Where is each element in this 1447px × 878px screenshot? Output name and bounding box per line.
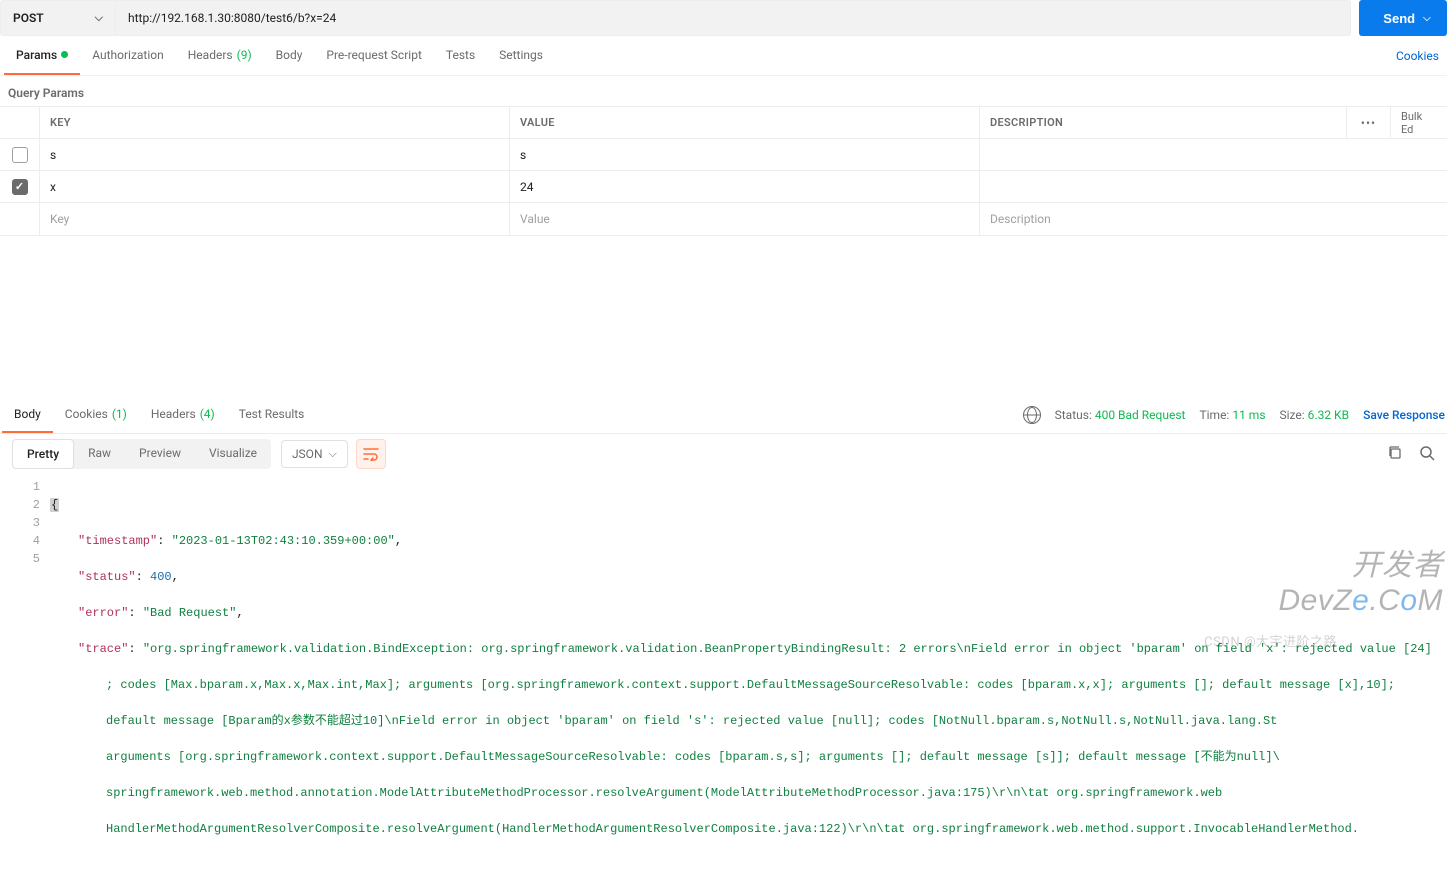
chevron-down-icon: ⌵	[329, 447, 337, 461]
column-desc-header: DESCRIPTION	[980, 107, 1347, 138]
response-tabs: Body Cookies (1) Headers (4) Test Result…	[0, 396, 1447, 434]
view-preview-button[interactable]: Preview	[125, 439, 195, 469]
desc-cell[interactable]	[980, 139, 1447, 170]
view-mode-row: Pretty Raw Preview Visualize JSON ⌵	[0, 434, 1447, 474]
send-button[interactable]: Send ⌵	[1359, 0, 1447, 36]
view-raw-button[interactable]: Raw	[74, 439, 125, 469]
bulk-edit-button[interactable]: Bulk Ed	[1391, 107, 1447, 138]
tab-headers[interactable]: Headers (9)	[176, 36, 264, 75]
search-icon[interactable]	[1419, 445, 1435, 464]
line-gutter: 12345	[0, 478, 50, 874]
more-options-button[interactable]: •••	[1347, 107, 1391, 138]
desc-cell[interactable]	[980, 171, 1447, 202]
chevron-down-icon: ⌵	[1423, 13, 1431, 24]
column-value-header: VALUE	[510, 107, 980, 138]
send-label: Send	[1383, 11, 1415, 26]
view-mode-pill: Pretty Raw Preview Visualize	[12, 439, 271, 469]
status-meta: Status: 400 Bad Request	[1055, 408, 1186, 422]
value-cell[interactable]: s	[510, 139, 980, 170]
cookies-link[interactable]: Cookies	[1392, 49, 1443, 63]
headers-count: (9)	[237, 48, 252, 62]
copy-icon[interactable]	[1387, 445, 1403, 464]
language-select[interactable]: JSON ⌵	[281, 440, 348, 468]
row-checkbox[interactable]	[12, 147, 28, 163]
url-input[interactable]: http://192.168.1.30:8080/test6/b?x=24	[116, 0, 1351, 36]
url-value: http://192.168.1.30:8080/test6/b?x=24	[128, 11, 336, 25]
key-cell[interactable]: x	[40, 171, 510, 202]
method-value: POST	[13, 11, 44, 25]
table-row-new: Key Value Description	[0, 203, 1447, 235]
save-response-button[interactable]: Save Response	[1363, 408, 1445, 422]
params-table: KEY VALUE DESCRIPTION ••• Bulk Ed s s ✓ …	[0, 106, 1447, 236]
key-cell[interactable]: s	[40, 139, 510, 170]
time-meta: Time: 11 ms	[1199, 408, 1265, 422]
tab-settings[interactable]: Settings	[487, 36, 555, 75]
header-check-cell	[0, 107, 40, 138]
view-pretty-button[interactable]: Pretty	[12, 439, 74, 469]
method-select[interactable]: POST ⌵	[0, 0, 116, 36]
table-row: s s	[0, 139, 1447, 171]
size-meta: Size: 6.32 KB	[1280, 408, 1350, 422]
wrap-lines-button[interactable]	[356, 439, 386, 469]
tab-authorization[interactable]: Authorization	[80, 36, 176, 75]
value-input[interactable]: Value	[510, 203, 980, 235]
rtab-test-results[interactable]: Test Results	[227, 396, 317, 433]
rtab-headers[interactable]: Headers (4)	[139, 396, 227, 433]
row-checkbox[interactable]: ✓	[12, 179, 28, 195]
resp-headers-count: (4)	[200, 407, 215, 421]
section-title: Query Params	[0, 76, 1447, 106]
rtab-body[interactable]: Body	[2, 396, 53, 433]
request-tabs: Params Authorization Headers (9) Body Pr…	[0, 36, 1447, 76]
code-content: { "timestamp": "2023-01-13T02:43:10.359+…	[50, 478, 1447, 874]
tab-body[interactable]: Body	[264, 36, 315, 75]
params-indicator-dot	[61, 51, 68, 58]
tab-prerequest[interactable]: Pre-request Script	[314, 36, 433, 75]
table-row: ✓ x 24	[0, 171, 1447, 203]
key-input[interactable]: Key	[40, 203, 510, 235]
desc-input[interactable]: Description	[980, 203, 1447, 235]
rtab-cookies[interactable]: Cookies (1)	[53, 396, 139, 433]
tab-params-label: Params	[16, 48, 57, 62]
column-key-header: KEY	[40, 107, 510, 138]
tab-tests[interactable]: Tests	[434, 36, 487, 75]
globe-icon[interactable]	[1023, 406, 1041, 424]
cookies-count: (1)	[112, 407, 127, 421]
chevron-down-icon: ⌵	[95, 11, 103, 25]
value-cell[interactable]: 24	[510, 171, 980, 202]
response-body[interactable]: 12345 { "timestamp": "2023-01-13T02:43:1…	[0, 474, 1447, 878]
view-visualize-button[interactable]: Visualize	[195, 439, 271, 469]
tab-params[interactable]: Params	[4, 36, 80, 75]
